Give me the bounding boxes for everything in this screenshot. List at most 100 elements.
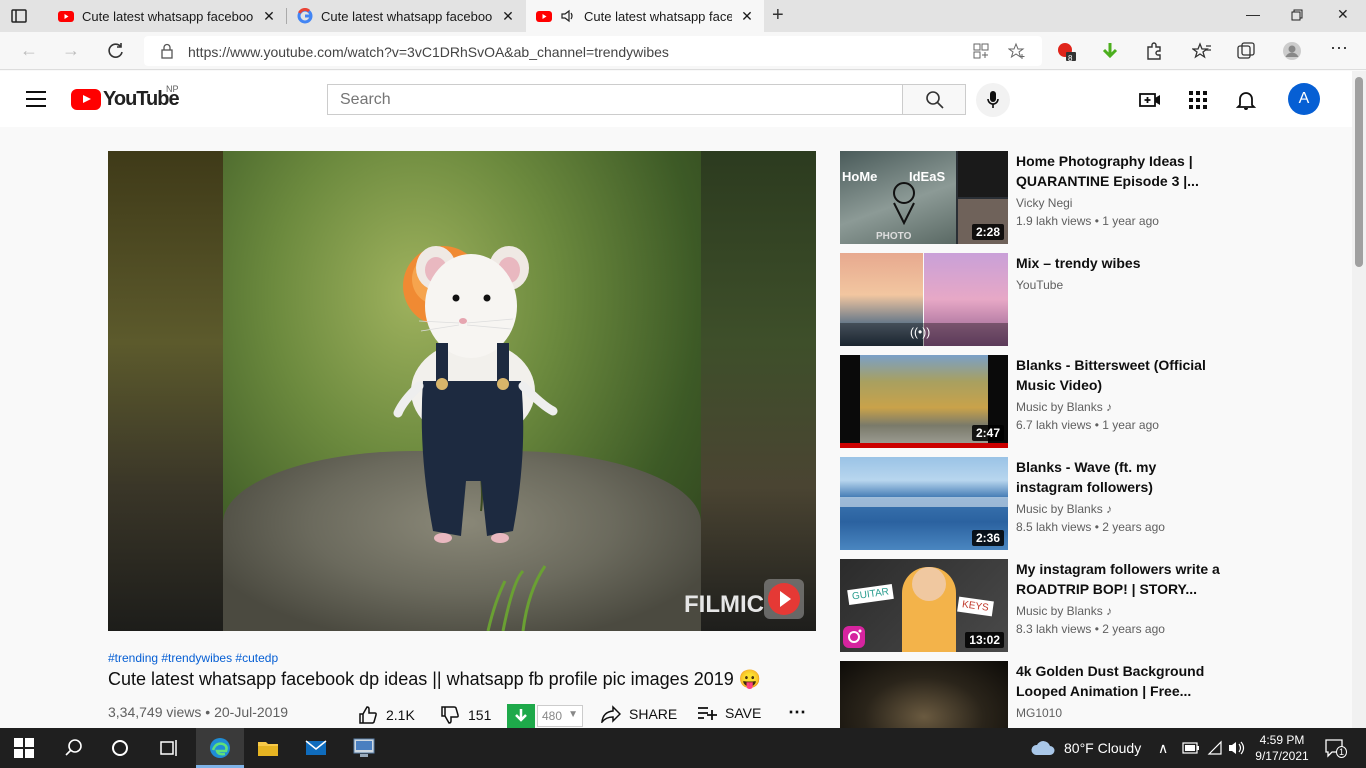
edge-browser-icon[interactable] [208, 736, 232, 760]
file-explorer-icon[interactable] [256, 736, 280, 760]
video-title[interactable]: 4k Golden Dust Background Looped Animati… [1016, 661, 1226, 701]
back-icon[interactable]: ← [20, 40, 38, 61]
speaker-icon[interactable] [560, 8, 576, 24]
extensions-icon[interactable] [1144, 41, 1164, 61]
address-bar[interactable]: https://www.youtube.com/watch?v=3vC1DRhS… [144, 36, 1042, 66]
dislike-count: 151 [468, 707, 492, 723]
mail-icon[interactable] [304, 736, 328, 760]
like-button[interactable]: 2.1K [358, 705, 415, 725]
recommended-video[interactable]: 2:47 Blanks - Bittersweet (Official Musi… [840, 355, 1220, 448]
collections-icon[interactable] [1236, 41, 1256, 61]
save-button[interactable]: SAVE [697, 705, 761, 721]
thumbnail-pen-graphic [893, 182, 915, 225]
video-thumbnail[interactable]: HoMe IdEaS PHOTO 2:28 [840, 151, 1008, 244]
refresh-icon[interactable] [107, 42, 125, 60]
share-button[interactable]: SHARE [601, 705, 677, 723]
channel-name[interactable]: Music by Blanks ♪ [1016, 400, 1112, 414]
duration-badge: 13:02 [965, 632, 1004, 648]
more-options-icon[interactable]: ⋯ [1330, 38, 1348, 59]
new-tab-button[interactable]: + [772, 4, 784, 27]
video-hashtags[interactable]: #trending #trendywibes #cutedp [108, 651, 278, 665]
scrollbar-thumb[interactable] [1355, 77, 1363, 267]
chevron-up-icon[interactable]: ∧ [1158, 740, 1168, 757]
music-note-icon: ♪ [1106, 400, 1113, 414]
volume-icon[interactable] [1228, 740, 1246, 756]
video-title[interactable]: Blanks - Bittersweet (Official Music Vid… [1016, 355, 1226, 395]
menu-icon[interactable] [26, 91, 46, 107]
avatar[interactable]: A [1288, 83, 1320, 115]
channel-name[interactable]: Music by Blanks ♪ [1016, 502, 1112, 516]
channel-name[interactable]: MG1010 [1016, 706, 1062, 720]
clock-time: 4:59 PM [1259, 733, 1305, 747]
video-title[interactable]: Home Photography Ideas | QUARANTINE Epis… [1016, 151, 1226, 191]
notifications-bell-icon[interactable] [1235, 89, 1257, 111]
dislike-button[interactable]: 151 [440, 705, 491, 725]
channel-name[interactable]: Music by Blanks ♪ [1016, 604, 1112, 618]
search-box[interactable] [327, 84, 903, 115]
close-tab-icon[interactable]: ✕ [740, 8, 754, 25]
weather-text[interactable]: 80°F Cloudy [1064, 740, 1141, 756]
recommended-video[interactable]: HoMe IdEaS PHOTO 2:28 Home Photography I… [840, 151, 1220, 244]
extension-stop-icon[interactable] [1056, 41, 1076, 61]
windows-start-icon[interactable] [14, 738, 34, 758]
microphone-icon [987, 91, 999, 108]
control-panel-icon[interactable] [352, 736, 376, 760]
channel-name[interactable]: YouTube [1016, 278, 1063, 292]
more-actions-icon[interactable]: ⋯ [788, 702, 806, 723]
youtube-icon [536, 11, 552, 22]
browser-tab-1[interactable]: Cute latest whatsapp facebook d ✕ [48, 0, 286, 32]
video-title[interactable]: My instagram followers write a ROADTRIP … [1016, 559, 1226, 599]
video-player[interactable]: FILMIC [108, 151, 816, 631]
tab-actions-icon[interactable] [10, 7, 28, 25]
favorites-icon[interactable] [1192, 41, 1212, 61]
recommended-video[interactable]: GUITAR KEYS 13:02 My instagram followers… [840, 559, 1220, 652]
minimize-icon[interactable]: — [1246, 6, 1260, 22]
url-text[interactable]: https://www.youtube.com/watch?v=3vC1DRhS… [188, 44, 669, 60]
download-quality-select[interactable]: 480 ▼ [537, 705, 583, 727]
favorite-add-icon[interactable] [1008, 42, 1026, 60]
download-button[interactable] [507, 704, 535, 728]
duration-badge: 2:36 [971, 530, 1004, 546]
battery-icon[interactable] [1182, 741, 1200, 755]
thumbnail-sticker-text: GUITAR [847, 583, 894, 606]
recommended-video[interactable]: 2:36 Blanks - Wave (ft. my instagram fol… [840, 457, 1220, 550]
thumbnail-sticker-text: KEYS [957, 596, 994, 617]
video-title[interactable]: Blanks - Wave (ft. my instagram follower… [1016, 457, 1226, 497]
video-title[interactable]: Mix – trendy wibes [1016, 253, 1226, 273]
search-button[interactable] [902, 84, 966, 115]
close-tab-icon[interactable]: ✕ [501, 8, 515, 25]
system-clock[interactable]: 4:59 PM 9/17/2021 [1254, 732, 1310, 764]
cloudy-weather-icon[interactable] [1030, 738, 1056, 758]
network-icon[interactable] [1207, 740, 1223, 756]
video-thumbnail[interactable]: 2:36 [840, 457, 1008, 550]
browser-tab-3-active[interactable]: Cute latest whatsapp facebo ✕ [526, 0, 764, 32]
video-thumbnail[interactable]: GUITAR KEYS 13:02 [840, 559, 1008, 652]
close-tab-icon[interactable]: ✕ [262, 8, 276, 25]
profile-icon[interactable] [1282, 41, 1302, 61]
channel-name[interactable]: Vicky Negi [1016, 196, 1072, 210]
video-blur-side-left [108, 151, 223, 631]
search-icon[interactable] [62, 736, 86, 760]
video-thumbnail[interactable]: 2:47 [840, 355, 1008, 448]
close-window-icon[interactable]: ✕ [1337, 6, 1349, 23]
mix-radio-icon: ((•)) [910, 325, 931, 339]
download-extension-icon[interactable] [1100, 41, 1120, 61]
voice-search-button[interactable] [976, 83, 1010, 117]
browser-tab-2[interactable]: Cute latest whatsapp facebook d ✕ [287, 0, 525, 32]
lock-icon[interactable] [160, 43, 174, 59]
youtube-logo[interactable]: YouTube NP [71, 84, 180, 111]
cortana-icon[interactable] [108, 736, 132, 760]
recommended-mix[interactable]: ((•)) Mix – trendy wibes YouTube [840, 253, 1220, 346]
windows-taskbar: 80°F Cloudy ∧ 4:59 PM 9/17/2021 1 [0, 728, 1366, 768]
restore-icon[interactable] [1291, 9, 1303, 21]
task-view-icon[interactable] [156, 736, 180, 760]
apps-grid-icon[interactable] [1187, 89, 1209, 111]
region-code: NP [166, 84, 179, 94]
create-video-icon[interactable] [1139, 89, 1161, 111]
video-thumbnail[interactable]: ((•)) [840, 253, 1008, 346]
forward-icon[interactable]: → [62, 40, 80, 61]
search-icon [926, 91, 944, 109]
page-scrollbar[interactable] [1352, 71, 1366, 728]
search-input[interactable] [328, 85, 902, 114]
apps-grid-icon[interactable] [972, 42, 990, 60]
